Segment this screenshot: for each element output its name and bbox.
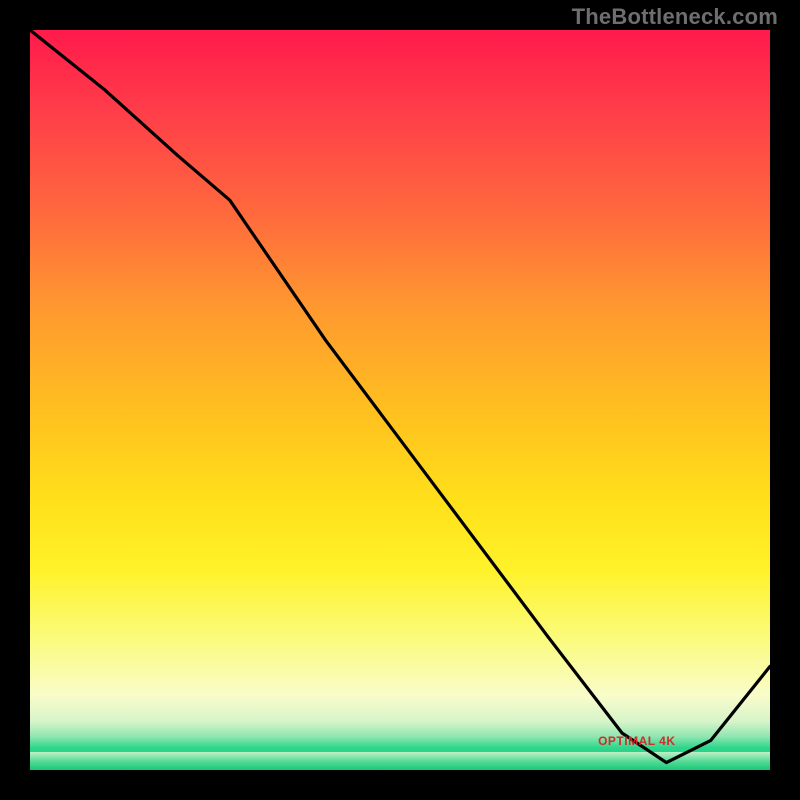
line-series	[30, 30, 770, 770]
watermark-text: TheBottleneck.com	[572, 4, 778, 30]
chart-frame: TheBottleneck.com OPTIMAL 4K	[0, 0, 800, 800]
optimal-annotation: OPTIMAL 4K	[598, 734, 675, 748]
series-path	[30, 30, 770, 763]
plot-area: OPTIMAL 4K	[30, 30, 770, 770]
